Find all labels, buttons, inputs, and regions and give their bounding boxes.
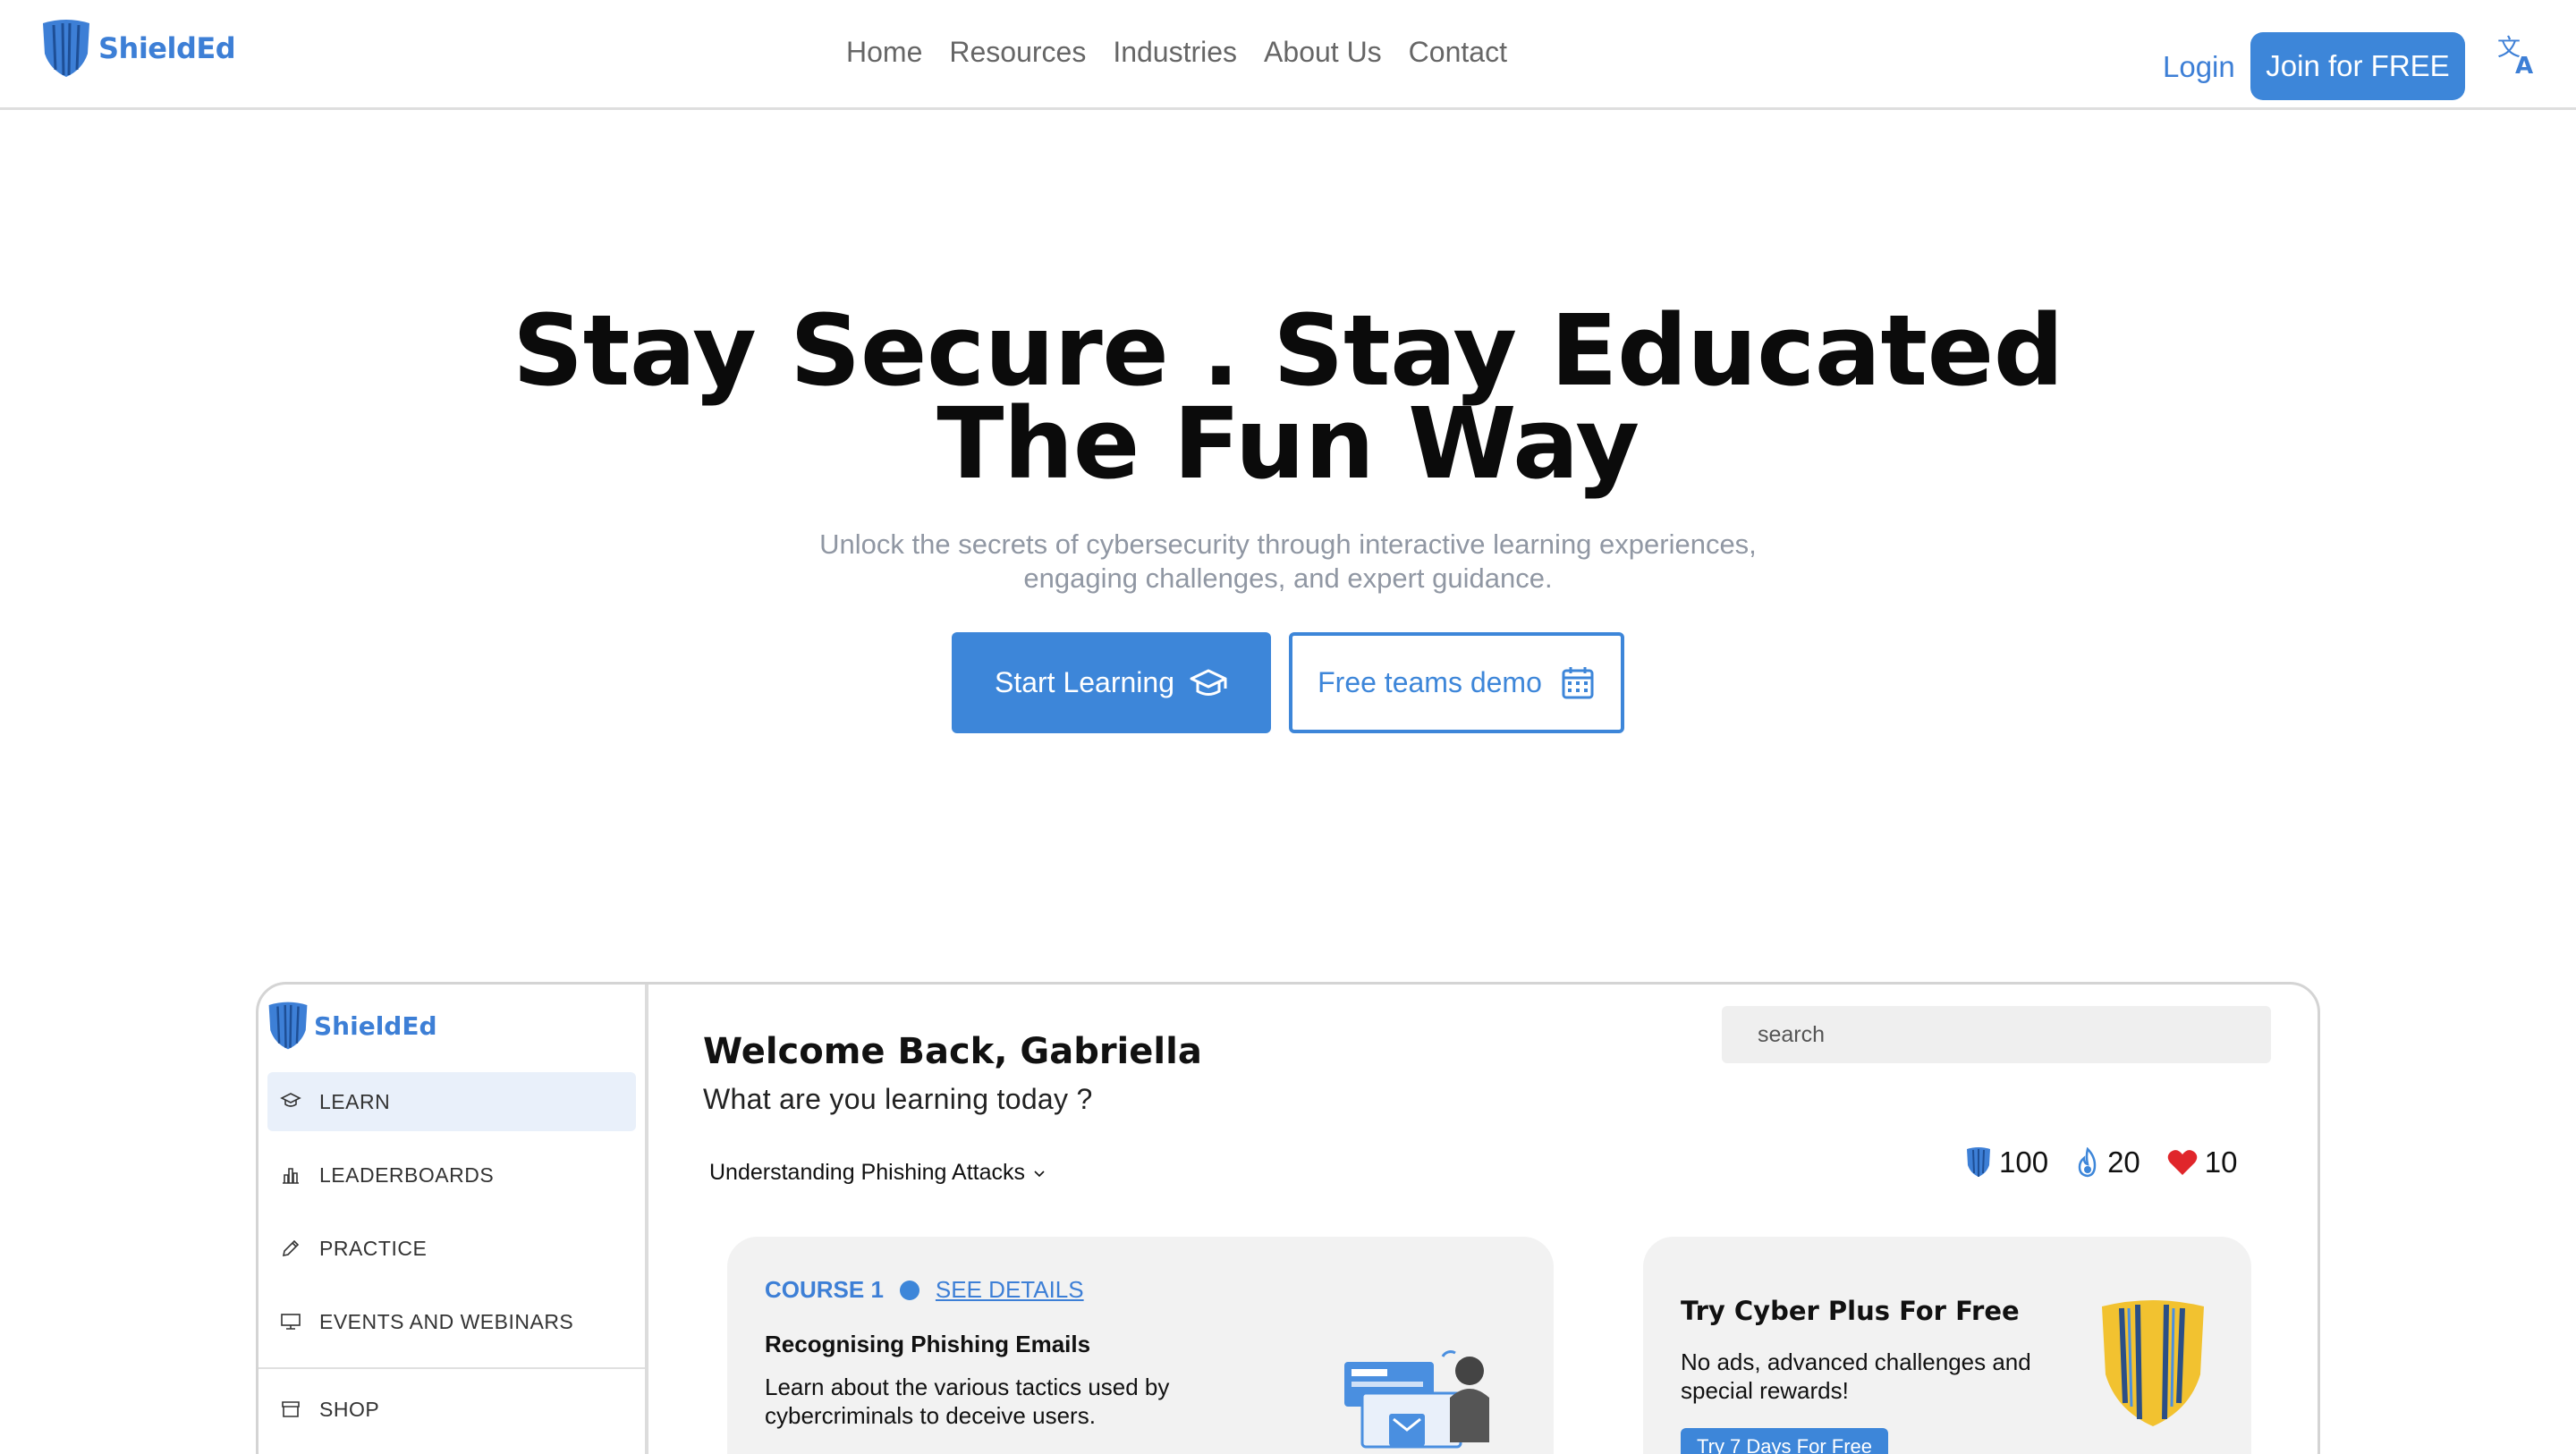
preview-brand-name: ShieldEd [314, 1010, 437, 1041]
promo-title: Try Cyber Plus For Free [1681, 1296, 2020, 1326]
hero-title-line-1: Stay Secure . Stay Educated [513, 293, 2063, 408]
graduation-cap-icon [280, 1093, 301, 1107]
monitor-icon [281, 1314, 301, 1330]
pencil-icon [282, 1239, 300, 1257]
flame-icon [2078, 1147, 2097, 1178]
sidebar-item-shop[interactable]: SHOP [267, 1380, 636, 1439]
lives-stat: 10 [2167, 1145, 2238, 1179]
sidebar-item-events-and-webinars[interactable]: EVENTS AND WEBINARS [267, 1292, 636, 1351]
preview-sidebar: ShieldEd LEARN LEADERBOARDS PRACTICE EVE… [258, 985, 648, 1454]
shield-points-value: 100 [1999, 1145, 2049, 1179]
shield-icon [1967, 1147, 1990, 1177]
svg-text:A: A [2515, 53, 2533, 77]
hero-title-line-2: The Fun Way [936, 386, 1640, 501]
login-link[interactable]: Login [2163, 50, 2235, 84]
course-status-dot [899, 1280, 919, 1300]
free-teams-demo-button[interactable]: Free teams demo [1289, 632, 1624, 733]
nav-link-home[interactable]: Home [846, 36, 922, 69]
phishing-hacker-illustration [1344, 1350, 1489, 1449]
promo-description: No ads, advanced challenges and special … [1681, 1348, 2031, 1404]
course-title: Recognising Phishing Emails [765, 1331, 1091, 1357]
sidebar-divider [258, 1367, 645, 1369]
shield-logo-icon [268, 1002, 308, 1050]
hero-subtitle-line-2: engaging challenges, and expert guidance… [1023, 562, 1553, 594]
course-select-dropdown[interactable]: Understanding Phishing Attacks [709, 1160, 1046, 1186]
main-nav-links: Home Resources Industries About Us Conta… [846, 36, 1507, 69]
welcome-heading: Welcome Back, Gabriella [703, 1031, 1202, 1072]
shield-points-stat: 100 [1965, 1145, 2048, 1179]
start-learning-button[interactable]: Start Learning [952, 632, 1271, 733]
hero-subtitle: Unlock the secrets of cybersecurity thro… [751, 528, 1825, 596]
streak-value: 20 [2107, 1145, 2140, 1179]
heart-icon [2167, 1150, 2198, 1175]
start-learning-label: Start Learning [994, 666, 1174, 698]
sidebar-item-label: LEARN [319, 1089, 391, 1113]
sidebar-item-practice[interactable]: PRACTICE [267, 1219, 636, 1278]
nav-link-contact[interactable]: Contact [1409, 36, 1507, 69]
nav-link-about-us[interactable]: About Us [1264, 36, 1382, 69]
sidebar-item-label: PRACTICE [319, 1236, 428, 1260]
preview-brand: ShieldEd [266, 1001, 437, 1051]
translate-icon[interactable]: 文 A [2496, 32, 2540, 77]
promo-card: Try Cyber Plus For Free No ads, advanced… [1643, 1237, 2251, 1454]
sidebar-item-label: LEADERBOARDS [319, 1162, 495, 1187]
user-stats: 100 20 10 [1965, 1145, 2238, 1179]
course-card[interactable]: COURSE 1 SEE DETAILS Recognising Phishin… [727, 1237, 1554, 1454]
welcome-subheading: What are you learning today ? [703, 1083, 1093, 1115]
sidebar-item-leaderboards[interactable]: LEADERBOARDS [267, 1145, 636, 1205]
nav-link-industries[interactable]: Industries [1113, 36, 1237, 69]
bar-chart-icon [283, 1168, 299, 1184]
nav-link-resources[interactable]: Resources [949, 36, 1086, 69]
try-free-button[interactable]: Try 7 Days For Free [1681, 1428, 1888, 1454]
top-nav: ShieldEd Home Resources Industries About… [0, 0, 2576, 110]
hero-title: Stay Secure . Stay Educated The Fun Way [0, 293, 2576, 501]
free-teams-demo-label: Free teams demo [1318, 666, 1542, 698]
see-details-link[interactable]: SEE DETAILS [936, 1276, 1084, 1304]
gold-shield-icon [2102, 1300, 2204, 1426]
hero-subtitle-line-1: Unlock the secrets of cybersecurity thro… [819, 528, 1757, 560]
brand-name: ShieldEd [98, 31, 236, 65]
chevron-down-icon [1034, 1170, 1045, 1177]
streak-stat: 20 [2075, 1145, 2140, 1179]
course-description: Learn about the various tactics used by … [765, 1374, 1170, 1429]
shield-logo-icon [43, 20, 89, 77]
app-preview-frame: ShieldEd LEARN LEADERBOARDS PRACTICE EVE… [256, 982, 2320, 1454]
store-icon [282, 1401, 300, 1417]
graduation-cap-icon [1190, 669, 1227, 696]
course-tag: COURSE 1 SEE DETAILS [765, 1276, 1084, 1304]
lives-value: 10 [2204, 1145, 2238, 1179]
join-for-free-button[interactable]: Join for FREE [2250, 32, 2465, 100]
course-select-value: Understanding Phishing Attacks [709, 1160, 1025, 1185]
sidebar-item-learn[interactable]: LEARN [267, 1072, 636, 1131]
sidebar-item-label: SHOP [319, 1397, 380, 1421]
sidebar-item-label: EVENTS AND WEBINARS [319, 1309, 574, 1333]
search-input[interactable] [1722, 1006, 2271, 1063]
brand-logo-link[interactable]: ShieldEd [39, 18, 236, 79]
calendar-icon [1562, 666, 1594, 698]
course-number-label: COURSE 1 [765, 1276, 884, 1303]
